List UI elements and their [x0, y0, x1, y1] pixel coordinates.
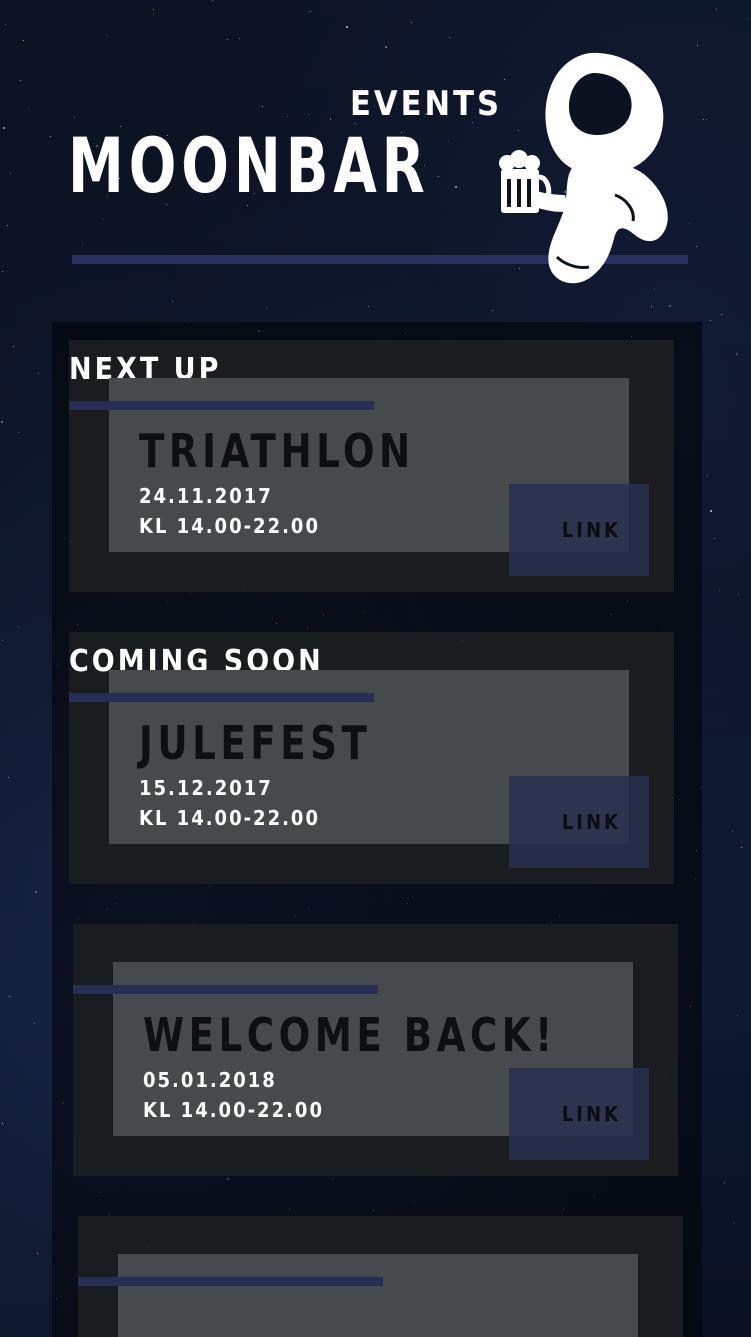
star: [227, 39, 228, 40]
star: [346, 26, 348, 28]
star: [696, 246, 697, 247]
star: [724, 1182, 725, 1183]
star: [710, 510, 712, 512]
star: [3, 127, 5, 129]
star: [239, 38, 240, 39]
star: [689, 223, 690, 224]
event-link-button[interactable]: LINK: [509, 484, 649, 576]
event-accent-bar: [73, 985, 378, 994]
star: [212, 0, 213, 1]
event-item: COMING SOON JULEFEST 15.12.2017 KL 14.00…: [69, 632, 674, 884]
event-accent-bar: [78, 1277, 383, 1286]
star: [719, 590, 720, 591]
star: [455, 186, 457, 188]
event-accent-bar: [69, 693, 374, 702]
event-accent-bar: [69, 401, 374, 410]
star: [23, 40, 24, 41]
star: [732, 831, 733, 832]
star: [37, 1253, 38, 1254]
star: [733, 1222, 734, 1223]
star: [716, 9, 717, 10]
star: [707, 475, 708, 476]
star: [38, 373, 39, 374]
star: [2, 640, 3, 641]
event-date: 24.11.2017: [139, 484, 273, 508]
star: [28, 109, 29, 110]
star: [10, 173, 11, 174]
event-item: NEXT UP TRIATHLON 24.11.2017 KL 14.00-22…: [69, 340, 674, 592]
event-time: KL 14.00-22.00: [139, 514, 320, 538]
star: [7, 225, 8, 226]
star: [710, 320, 711, 321]
events-label: EVENTS: [350, 84, 502, 124]
star: [368, 306, 369, 307]
star: [310, 11, 311, 12]
star: [262, 106, 263, 107]
star: [714, 538, 715, 539]
page-title: MOONBAR: [68, 121, 430, 210]
star: [18, 627, 19, 628]
star: [651, 306, 652, 307]
star: [706, 119, 707, 120]
star: [18, 432, 19, 433]
astronaut-with-beer-icon: [499, 52, 668, 284]
star: [35, 891, 37, 893]
star: [703, 119, 704, 120]
link-label: LINK: [561, 518, 621, 542]
star: [697, 45, 698, 46]
star: [5, 24, 6, 25]
star: [266, 307, 267, 308]
star: [669, 305, 671, 307]
star: [738, 594, 739, 595]
event-name: TRIATHLON: [139, 424, 415, 478]
event-time: KL 14.00-22.00: [143, 1098, 324, 1122]
star: [492, 310, 493, 311]
star: [172, 301, 173, 302]
event-link-button[interactable]: LINK: [509, 776, 649, 868]
star: [330, 119, 331, 120]
star: [747, 18, 748, 19]
star: [737, 1015, 738, 1016]
star: [153, 9, 154, 10]
star: [9, 996, 10, 997]
star: [438, 176, 439, 177]
star: [448, 140, 449, 141]
star: [287, 116, 288, 117]
star: [308, 114, 309, 115]
star: [736, 353, 738, 355]
star: [20, 80, 21, 81]
star: [2, 1123, 3, 1124]
star: [82, 243, 83, 244]
star: [50, 136, 51, 137]
star: [411, 22, 412, 23]
star: [741, 847, 742, 848]
star: [74, 117, 75, 118]
star: [102, 219, 103, 220]
star: [106, 35, 107, 36]
star: [2, 271, 3, 272]
star: [385, 46, 387, 48]
link-label: LINK: [561, 1102, 621, 1126]
star: [1, 421, 3, 423]
star: [34, 1023, 35, 1024]
event-date: 15.12.2017: [139, 776, 273, 800]
star: [8, 777, 9, 778]
link-label: LINK: [561, 810, 621, 834]
star: [721, 314, 722, 315]
event-card[interactable]: [118, 1254, 638, 1337]
event-link-button[interactable]: LINK: [509, 1068, 649, 1160]
event-date: 05.01.2018: [143, 1068, 277, 1092]
event-item: WELCOME BACK! 05.01.2018 KL 14.00-22.00 …: [73, 924, 678, 1176]
star: [449, 37, 450, 38]
event-item: [78, 1216, 683, 1337]
event-name: JULEFEST: [139, 716, 372, 770]
star: [13, 346, 14, 347]
event-name: WELCOME BACK!: [143, 1008, 557, 1062]
event-time: KL 14.00-22.00: [139, 806, 320, 830]
